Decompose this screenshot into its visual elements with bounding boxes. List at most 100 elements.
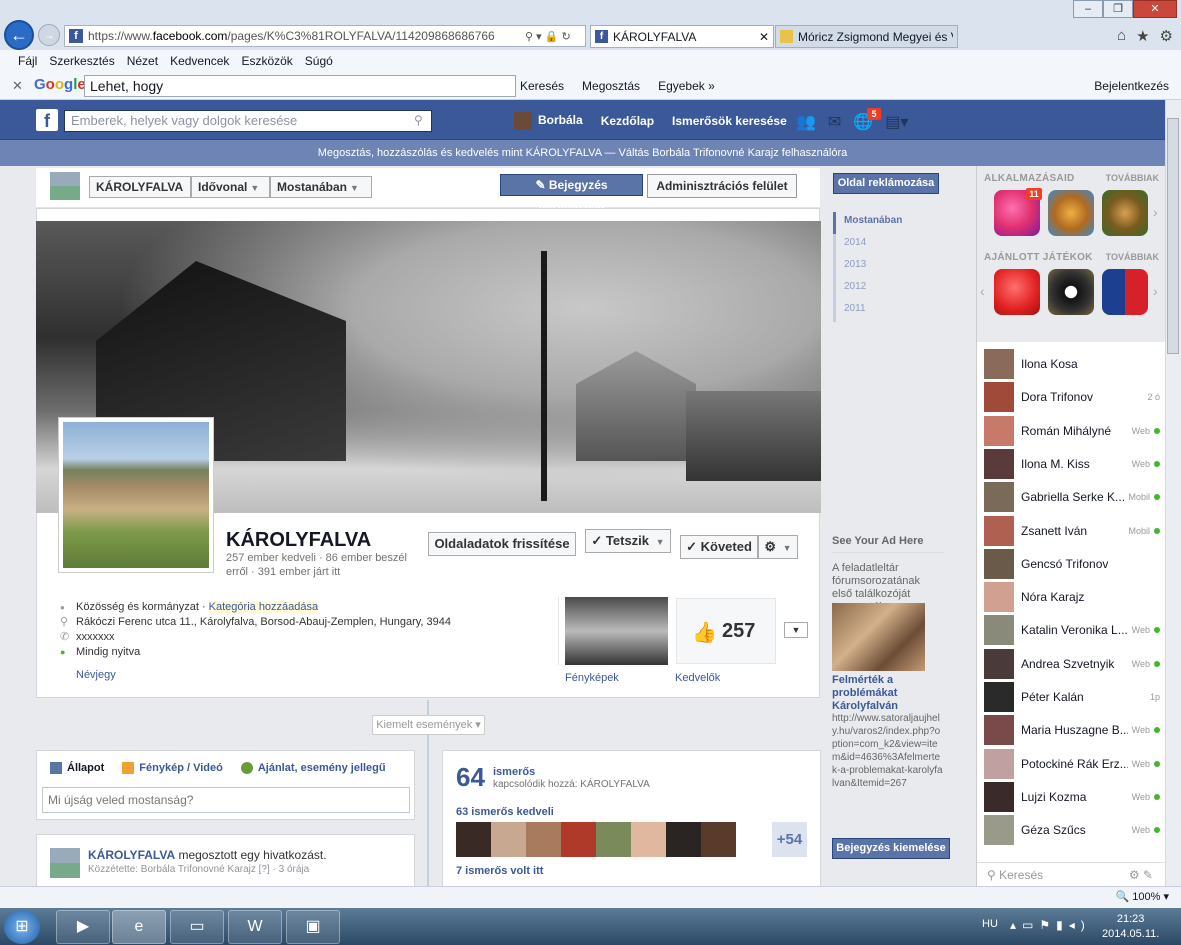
friend-avatar[interactable] xyxy=(701,822,736,857)
ad-header[interactable]: See Your Ad Here xyxy=(832,535,924,547)
chevron-right-icon[interactable]: › xyxy=(1153,283,1158,299)
tab-photo-video[interactable]: Fénykép / Videó xyxy=(122,762,223,775)
chevron-left-icon[interactable]: ‹ xyxy=(980,283,985,299)
friend-avatar[interactable] xyxy=(631,822,666,857)
chat-contact[interactable]: Péter Kalán 1p xyxy=(984,682,1160,712)
google-search-button[interactable]: Keresés xyxy=(520,79,564,93)
file-explorer-icon[interactable]: ▭ xyxy=(170,910,224,944)
chat-contact[interactable]: Ilona M. Kiss Web xyxy=(984,448,1160,479)
recent-selector[interactable]: Mostanában ▼ xyxy=(270,176,372,198)
ad-image[interactable] xyxy=(832,603,925,671)
refresh-page-info-button[interactable]: Oldaladatok frissítése xyxy=(428,532,576,556)
system-tray[interactable]: ▴▭⚑▮◂) xyxy=(1010,918,1091,932)
facebook-search-input[interactable]: Emberek, helyek vagy dolgok keresése xyxy=(64,110,432,132)
minimize-icon[interactable]: – xyxy=(1073,0,1103,18)
nav-find-friends[interactable]: Ismerősök keresése xyxy=(672,114,787,128)
chat-contact[interactable]: Géza Szűcs Web xyxy=(984,815,1160,846)
timeline-selector[interactable]: Idővonal ▼ xyxy=(191,176,270,198)
follow-button[interactable]: ✓ Követed xyxy=(680,535,758,559)
friend-avatar[interactable] xyxy=(596,822,631,857)
menu-help[interactable]: Súgó xyxy=(305,54,333,68)
friend-avatar[interactable] xyxy=(666,822,701,857)
more-friends-button[interactable]: +54 xyxy=(772,822,807,857)
maximize-icon[interactable]: ❐ xyxy=(1103,0,1133,18)
highlights-dropdown[interactable]: Kiemelt események ▾ xyxy=(372,715,485,735)
favorites-star-icon[interactable]: ★ xyxy=(1136,27,1149,45)
internet-explorer-icon[interactable]: e xyxy=(112,910,166,944)
forward-button[interactable]: → xyxy=(38,24,60,46)
apps-more-link[interactable]: TOVÁBBIAK xyxy=(1106,173,1159,183)
chat-contact[interactable]: Zsanett Iván Mobil xyxy=(984,515,1160,546)
chat-contact[interactable]: Dora Trifonov 2 ó xyxy=(984,382,1160,413)
chat-contact[interactable]: Gencsó Trifonov xyxy=(984,548,1160,579)
year-recent[interactable]: Mostanában xyxy=(833,212,902,234)
google-share-button[interactable]: Megosztás xyxy=(582,79,640,93)
nba-icon[interactable] xyxy=(1102,269,1148,315)
boost-post-button[interactable]: Bejegyzés kiemelése xyxy=(832,838,950,859)
back-button[interactable]: ← xyxy=(4,20,34,50)
status-input[interactable]: Mi újság veled mostanság? xyxy=(42,787,410,813)
page-thumbnail[interactable] xyxy=(50,172,80,200)
promote-page-button[interactable]: Oldal reklámozása xyxy=(833,173,939,194)
chat-contact[interactable]: Román Mihályné Web xyxy=(984,415,1160,446)
nav-profile[interactable]: Borbála xyxy=(514,112,583,130)
messages-icon[interactable]: ✉ xyxy=(828,112,841,132)
chat-contact[interactable]: Ilona Kosa xyxy=(984,349,1160,379)
admin-panel-button[interactable]: Adminisztrációs felület xyxy=(647,174,797,198)
chat-contact[interactable]: Andrea Szvetnyik Web xyxy=(984,648,1160,679)
jelly-game-icon[interactable] xyxy=(994,269,1040,315)
start-button[interactable]: ⊞ xyxy=(4,910,40,944)
year-2012[interactable]: 2012 xyxy=(836,278,902,300)
privacy-icon[interactable]: ▤▾ xyxy=(885,112,908,132)
like-button[interactable]: ✓ Tetszik ▼ xyxy=(585,529,671,553)
close-toolbar-icon[interactable]: ✕ xyxy=(12,78,23,94)
games-more-link[interactable]: TOVÁBBIAK xyxy=(1106,252,1159,262)
chat-contact[interactable]: Nóra Karajz xyxy=(984,582,1160,613)
address-bar[interactable]: f https://www.facebook.com/pages/K%C3%81… xyxy=(64,25,586,47)
google-signin-link[interactable]: Bejelentkezés xyxy=(1094,79,1169,93)
scrollbar-thumb[interactable] xyxy=(1167,118,1179,354)
more-apps-button[interactable]: ▼ xyxy=(784,622,808,638)
close-tab-icon[interactable]: ✕ xyxy=(759,30,769,44)
friend-avatar[interactable] xyxy=(456,822,491,857)
google-search-input[interactable]: Lehet, hogy xyxy=(84,75,516,97)
ad-url-link[interactable]: http://www.satoraljaujhely.hu/varos2/ind… xyxy=(832,712,944,790)
friends-label[interactable]: ismerős xyxy=(493,766,535,778)
address-controls[interactable]: ⚲ ▾ 🔒 ↻ xyxy=(525,30,585,43)
save-disk-icon[interactable]: ▣ xyxy=(286,910,340,944)
chat-contact[interactable]: Lujzi Kozma Web xyxy=(984,781,1160,812)
language-indicator[interactable]: HU xyxy=(982,918,998,930)
post-author-avatar[interactable] xyxy=(50,848,80,878)
menu-file[interactable]: Fájl xyxy=(18,54,37,68)
pet-rescue-icon[interactable] xyxy=(1048,190,1094,236)
friends-likes-link[interactable]: 63 ismerős kedveli xyxy=(456,806,554,818)
friend-avatar[interactable] xyxy=(526,822,561,857)
zoom-control[interactable]: 🔍 100% ▾ xyxy=(1116,890,1169,903)
home-icon[interactable]: ⌂ xyxy=(1117,27,1126,45)
chevron-right-icon[interactable]: › xyxy=(1153,204,1158,220)
post-author-link[interactable]: KÁROLYFALVA xyxy=(88,848,175,862)
tab-status[interactable]: Állapot xyxy=(50,762,104,775)
search-icon[interactable]: ⚲ xyxy=(414,113,423,127)
close-window-icon[interactable]: ✕ xyxy=(1133,0,1177,18)
friends-visited-link[interactable]: 7 ismerős volt itt xyxy=(456,865,543,877)
google-more-button[interactable]: Egyebek » xyxy=(658,79,715,93)
tab-karolyfalva[interactable]: f KÁROLYFALVA ✕ xyxy=(590,25,774,48)
likes-link[interactable]: Kedvelők xyxy=(675,672,720,684)
menu-view[interactable]: Nézet xyxy=(127,54,158,68)
add-category-link[interactable]: Kategória hozzáadása xyxy=(208,601,319,613)
menu-edit[interactable]: Szerkesztés xyxy=(49,54,114,68)
year-2014[interactable]: 2014 xyxy=(836,234,902,256)
chat-contact[interactable]: Potockiné Rák Erz... Web xyxy=(984,748,1160,779)
friend-avatar[interactable] xyxy=(491,822,526,857)
page-settings-button[interactable]: ⚙ ▼ xyxy=(758,535,798,559)
chat-contact[interactable]: Gabriella Serke K... Mobil xyxy=(984,482,1160,513)
switch-user-notice[interactable]: Megosztás, hozzászólás és kedvelés mint … xyxy=(0,140,1165,166)
menu-favorites[interactable]: Kedvencek xyxy=(170,54,229,68)
settings-gear-icon[interactable]: ⚙ xyxy=(1160,27,1173,45)
chat-search-input[interactable]: ⚲ Keresés ⚙ ✎ xyxy=(976,862,1165,886)
word-icon[interactable]: W xyxy=(228,910,282,944)
ad-title-link[interactable]: Felmérték a problémákat Károlyfalván xyxy=(832,674,942,713)
create-post-button[interactable]: ✎ Bejegyzés létrehozása xyxy=(500,174,643,212)
tab-moricz[interactable]: Móricz Zsigmond Megyei és V... xyxy=(775,25,958,48)
